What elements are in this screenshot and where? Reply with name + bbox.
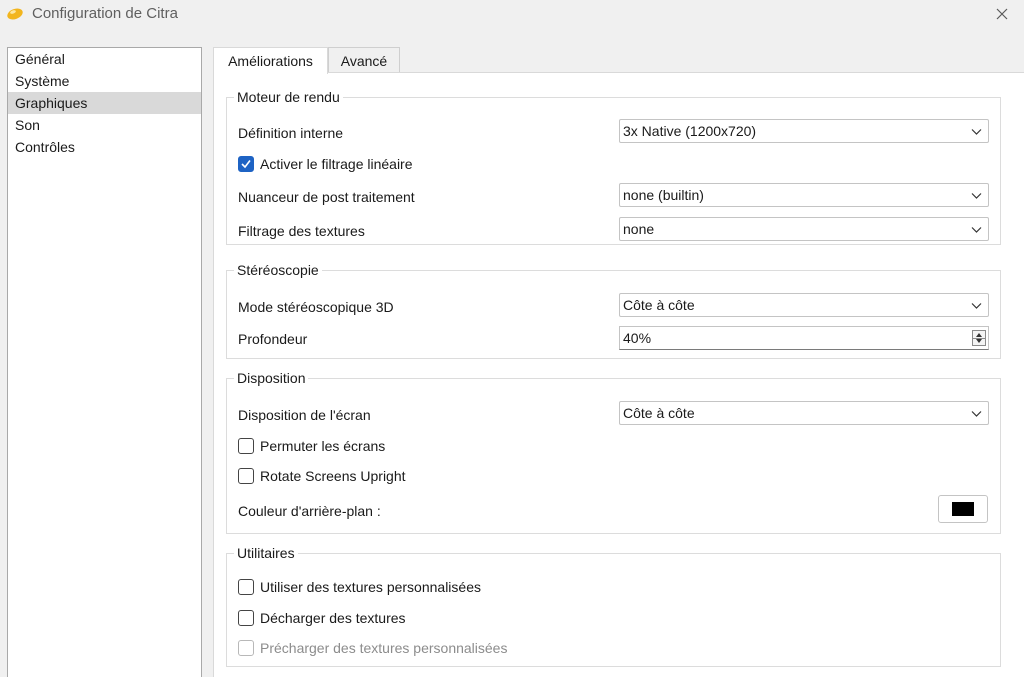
chevron-down-icon <box>971 129 982 135</box>
depth-label: Profondeur <box>238 331 308 347</box>
group-title-stereoscopy: Stéréoscopie <box>234 262 322 278</box>
rotate-screens-checkbox[interactable] <box>238 468 254 484</box>
linear-filter-label: Activer le filtrage linéaire <box>260 156 413 172</box>
group-title-renderer: Moteur de rendu <box>234 89 343 105</box>
checkmark-icon <box>241 160 251 169</box>
group-utilities: Utilitaires Utiliser des textures person… <box>226 545 1001 667</box>
texture-filter-select[interactable]: none <box>619 217 989 241</box>
custom-textures-label: Utiliser des textures personnalisées <box>260 579 481 595</box>
swap-screens-label: Permuter les écrans <box>260 438 386 454</box>
group-stereoscopy: Stéréoscopie Mode stéréoscopique 3D Côte… <box>226 262 1001 359</box>
internal-resolution-select[interactable]: 3x Native (1200x720) <box>619 119 989 143</box>
texture-filter-label: Filtrage des textures <box>238 223 365 239</box>
depth-spinbox[interactable]: 40% <box>619 326 989 350</box>
tab-enhancements[interactable]: Améliorations <box>213 47 328 74</box>
depth-value: 40% <box>623 330 652 346</box>
close-icon <box>996 8 1008 20</box>
sidebar-item-general[interactable]: Général <box>8 48 201 70</box>
custom-textures-checkbox[interactable] <box>238 579 254 595</box>
bg-color-label: Couleur d'arrière-plan : <box>238 503 381 519</box>
chevron-down-icon <box>971 411 982 417</box>
linear-filter-checkbox[interactable] <box>238 156 254 172</box>
dump-textures-checkbox[interactable] <box>238 610 254 626</box>
screen-layout-label: Disposition de l'écran <box>238 407 371 423</box>
group-layout: Disposition Disposition de l'écran Côte … <box>226 370 1001 534</box>
custom-textures-checkbox-row[interactable]: Utiliser des textures personnalisées <box>238 578 538 596</box>
chevron-down-icon <box>971 227 982 233</box>
swap-screens-checkbox-row[interactable]: Permuter les écrans <box>238 437 488 455</box>
stereo-mode-select[interactable]: Côte à côte <box>619 293 989 317</box>
close-button[interactable] <box>980 0 1024 28</box>
window-title: Configuration de Citra <box>32 5 178 22</box>
chevron-down-icon <box>971 193 982 199</box>
dump-textures-checkbox-row[interactable]: Décharger des textures <box>238 609 538 627</box>
sidebar-item-graphics[interactable]: Graphiques <box>8 92 201 114</box>
spin-arrows-icon[interactable] <box>972 330 986 346</box>
stereo-mode-value: Côte à côte <box>623 297 695 313</box>
preload-textures-label: Précharger des textures personnalisées <box>260 640 508 656</box>
bg-color-button[interactable] <box>938 495 988 523</box>
category-list: Général Système Graphiques Son Contrôles <box>7 47 202 677</box>
preload-textures-checkbox-row: Précharger des textures personnalisées <box>238 639 558 657</box>
internal-resolution-label: Définition interne <box>238 125 344 141</box>
internal-resolution-value: 3x Native (1200x720) <box>623 123 757 139</box>
swap-screens-checkbox[interactable] <box>238 438 254 454</box>
group-title-layout: Disposition <box>234 370 309 386</box>
screen-layout-select[interactable]: Côte à côte <box>619 401 989 425</box>
group-renderer: Moteur de rendu Définition interne 3x Na… <box>226 89 1001 245</box>
tab-advanced[interactable]: Avancé <box>328 47 400 73</box>
chevron-down-icon <box>971 303 982 309</box>
preload-textures-checkbox <box>238 640 254 656</box>
bg-color-swatch <box>952 502 974 516</box>
rotate-screens-label: Rotate Screens Upright <box>260 468 406 484</box>
dump-textures-label: Décharger des textures <box>260 610 406 626</box>
tab-panel: Moteur de rendu Définition interne 3x Na… <box>213 72 1024 677</box>
stereo-mode-label: Mode stéréoscopique 3D <box>238 299 394 315</box>
post-shader-label: Nuanceur de post traitement <box>238 189 415 205</box>
group-title-utilities: Utilitaires <box>234 545 298 561</box>
linear-filter-checkbox-row[interactable]: Activer le filtrage linéaire <box>238 155 488 173</box>
texture-filter-value: none <box>623 221 655 237</box>
sidebar-item-audio[interactable]: Son <box>8 114 201 136</box>
title-bar: Configuration de Citra <box>0 0 1024 28</box>
citra-logo-icon <box>7 8 23 20</box>
screen-layout-value: Côte à côte <box>623 405 695 421</box>
post-shader-select[interactable]: none (builtin) <box>619 183 989 207</box>
sidebar-item-system[interactable]: Système <box>8 70 201 92</box>
post-shader-value: none (builtin) <box>623 187 704 203</box>
rotate-screens-checkbox-row[interactable]: Rotate Screens Upright <box>238 467 488 485</box>
sidebar-item-controls[interactable]: Contrôles <box>8 136 201 158</box>
